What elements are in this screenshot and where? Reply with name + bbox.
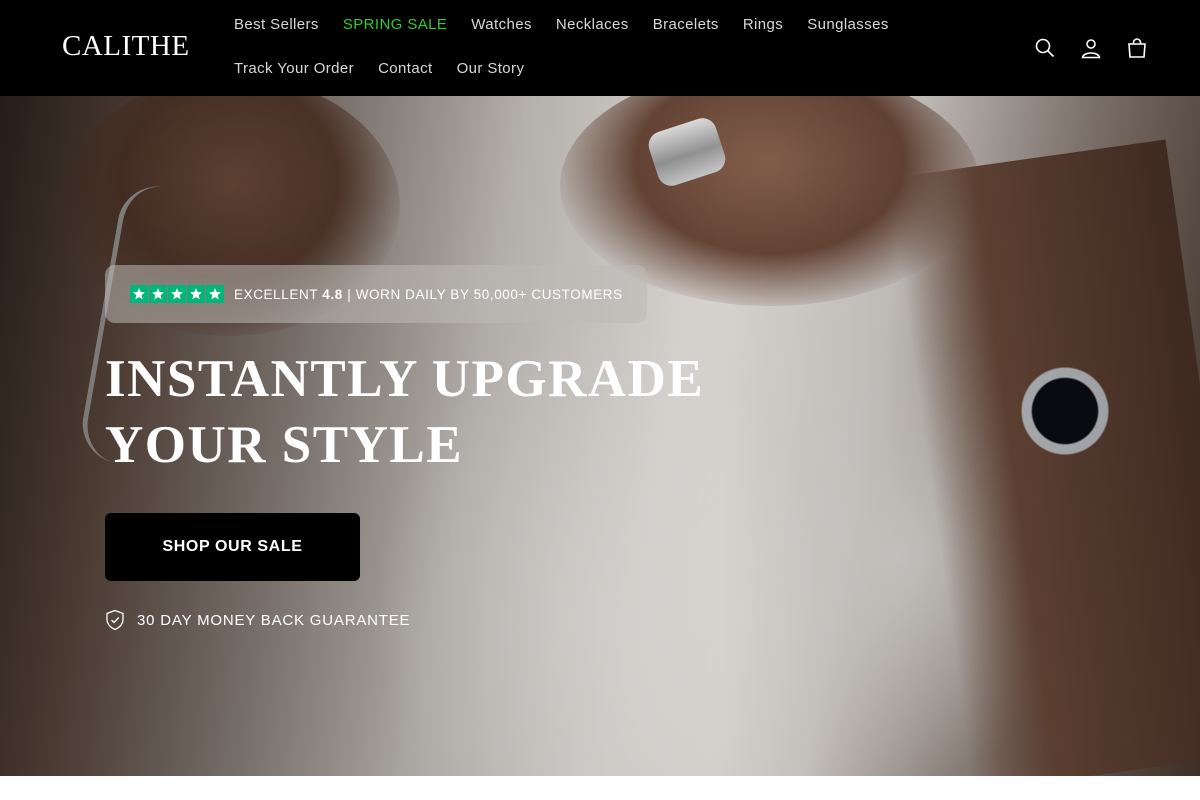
- cart-button[interactable]: [1114, 25, 1160, 71]
- search-button[interactable]: [1022, 25, 1068, 71]
- review-badge: EXCELLENT 4.8 | WORN DAILY BY 50,000+ CU…: [105, 265, 647, 323]
- nav-contact[interactable]: Contact: [366, 47, 445, 91]
- shop-sale-button[interactable]: SHOP OUR SALE: [105, 513, 360, 581]
- nav-rings[interactable]: Rings: [731, 3, 795, 47]
- headline-line-1: INSTANTLY UPGRADE: [105, 350, 705, 408]
- nav-our-story[interactable]: Our Story: [445, 47, 537, 91]
- star-icon: [168, 285, 186, 303]
- account-icon: [1081, 39, 1101, 59]
- nav-sunglasses[interactable]: Sunglasses: [795, 3, 901, 47]
- nav-row-primary: Best Sellers SPRING SALE Watches Necklac…: [222, 3, 942, 47]
- headline-line-2: YOUR STYLE: [105, 416, 464, 474]
- nav-bracelets[interactable]: Bracelets: [641, 3, 731, 47]
- nav-best-sellers[interactable]: Best Sellers: [222, 3, 331, 47]
- guarantee-text: 30 DAY MONEY BACK GUARANTEE: [137, 611, 411, 629]
- hero-headline: INSTANTLY UPGRADE YOUR STYLE: [105, 346, 745, 478]
- header-actions: [1022, 25, 1160, 71]
- account-button[interactable]: [1068, 25, 1114, 71]
- rating-word: EXCELLENT: [234, 286, 318, 302]
- star-icon: [206, 285, 224, 303]
- hero-banner: EXCELLENT 4.8 | WORN DAILY BY 50,000+ CU…: [0, 96, 1200, 776]
- search-icon: [1035, 38, 1055, 58]
- nav-necklaces[interactable]: Necklaces: [544, 3, 641, 47]
- review-summary: EXCELLENT 4.8 | WORN DAILY BY 50,000+ CU…: [234, 287, 623, 302]
- nav-spring-sale[interactable]: SPRING SALE: [331, 3, 459, 47]
- nav-row-secondary: Track Your Order Contact Our Story: [222, 47, 942, 91]
- brand-logo[interactable]: CALITHE: [62, 30, 190, 62]
- star-icon: [149, 285, 167, 303]
- review-tagline: | WORN DAILY BY 50,000+ CUSTOMERS: [347, 286, 623, 302]
- nav-watches[interactable]: Watches: [459, 3, 544, 47]
- rating-value: 4.8: [322, 286, 343, 302]
- site-header: CALITHE Best Sellers SPRING SALE Watches…: [0, 0, 1200, 96]
- main-nav: Best Sellers SPRING SALE Watches Necklac…: [222, 3, 942, 91]
- star-icon: [130, 285, 148, 303]
- shield-check-icon: [106, 609, 124, 631]
- star-icon: [187, 285, 205, 303]
- rating-stars: [130, 285, 224, 303]
- cart-icon: [1128, 38, 1146, 58]
- guarantee-note: 30 DAY MONEY BACK GUARANTEE: [105, 609, 410, 631]
- nav-track-order[interactable]: Track Your Order: [222, 47, 366, 91]
